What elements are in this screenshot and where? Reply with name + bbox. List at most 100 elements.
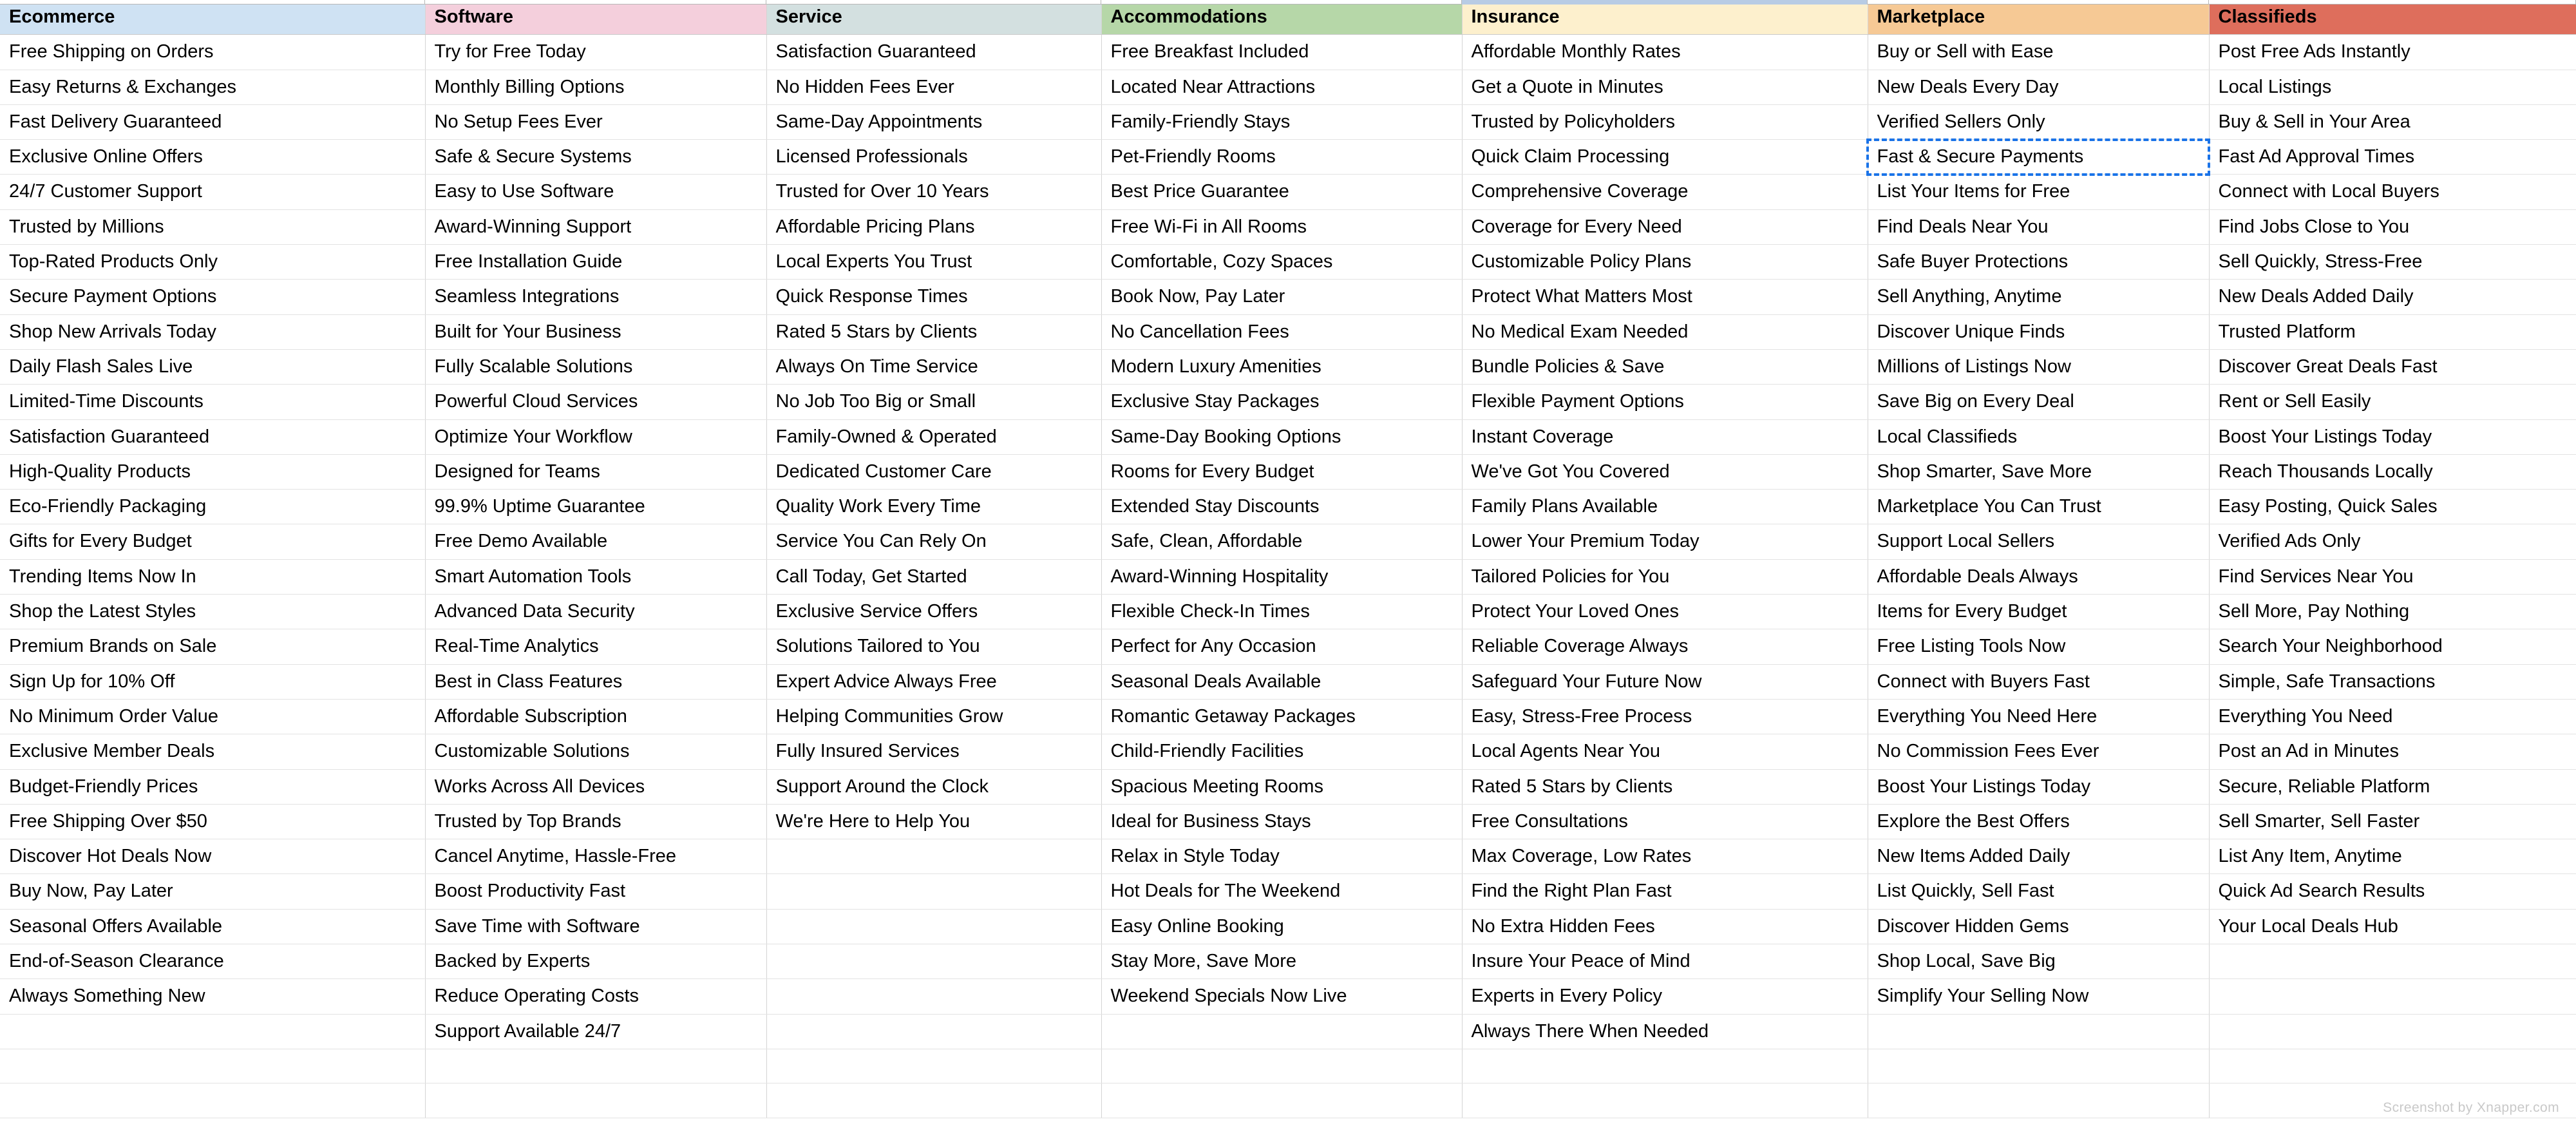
grid-cell[interactable]: Works Across All Devices bbox=[425, 769, 767, 805]
grid-cell[interactable]: Search Your Neighborhood bbox=[2209, 629, 2576, 665]
column-header-accommodations[interactable]: Accommodations bbox=[1101, 0, 1463, 35]
grid-cell[interactable]: Safe, Clean, Affordable bbox=[1101, 524, 1463, 560]
grid-cell[interactable]: Smart Automation Tools bbox=[425, 559, 767, 595]
grid-cell[interactable]: Always There When Needed bbox=[1462, 1014, 1868, 1049]
grid-cell[interactable]: Safe & Secure Systems bbox=[425, 139, 767, 175]
grid-cell[interactable]: Simplify Your Selling Now bbox=[1868, 978, 2210, 1015]
grid-cell[interactable]: Daily Flash Sales Live bbox=[0, 349, 426, 385]
empty-cell[interactable] bbox=[1462, 1049, 1868, 1084]
grid-cell[interactable]: Gifts for Every Budget bbox=[0, 524, 426, 560]
grid-cell[interactable]: Sell Smarter, Sell Faster bbox=[2209, 804, 2576, 840]
grid-cell[interactable]: Coverage for Every Need bbox=[1462, 209, 1868, 245]
grid-cell[interactable]: Safeguard Your Future Now bbox=[1462, 664, 1868, 700]
grid-cell[interactable]: Free Shipping on Orders bbox=[0, 34, 426, 70]
grid-cell[interactable]: Sign Up for 10% Off bbox=[0, 664, 426, 700]
grid-cell[interactable]: Flexible Check-In Times bbox=[1101, 594, 1463, 630]
column-header-marketplace[interactable]: Marketplace bbox=[1868, 0, 2210, 35]
grid-cell[interactable]: Boost Productivity Fast bbox=[425, 873, 767, 910]
grid-cell[interactable]: Quick Response Times bbox=[766, 279, 1102, 315]
grid-cell[interactable]: Seamless Integrations bbox=[425, 279, 767, 315]
grid-cell[interactable]: Affordable Pricing Plans bbox=[766, 209, 1102, 245]
grid-cell[interactable]: Save Big on Every Deal bbox=[1868, 384, 2210, 420]
empty-cell[interactable] bbox=[1868, 1049, 2210, 1084]
grid-cell[interactable]: Advanced Data Security bbox=[425, 594, 767, 630]
grid-cell[interactable]: Support Available 24/7 bbox=[425, 1014, 767, 1049]
grid-cell[interactable]: Support Around the Clock bbox=[766, 769, 1102, 805]
grid-cell[interactable]: Service You Can Rely On bbox=[766, 524, 1102, 560]
grid-cell[interactable]: List Your Items for Free bbox=[1868, 174, 2210, 210]
grid-cell[interactable]: Rooms for Every Budget bbox=[1101, 454, 1463, 490]
grid-cell[interactable]: Connect with Local Buyers bbox=[2209, 174, 2576, 210]
empty-cell[interactable] bbox=[2209, 944, 2576, 980]
grid-cell[interactable]: Fully Scalable Solutions bbox=[425, 349, 767, 385]
grid-cell[interactable]: Same-Day Appointments bbox=[766, 104, 1102, 140]
grid-cell[interactable]: Fully Insured Services bbox=[766, 734, 1102, 770]
grid-cell[interactable]: Post an Ad in Minutes bbox=[2209, 734, 2576, 770]
grid-cell[interactable]: Shop Smarter, Save More bbox=[1868, 454, 2210, 490]
grid-cell[interactable]: Quick Claim Processing bbox=[1462, 139, 1868, 175]
grid-cell[interactable]: Discover Hot Deals Now bbox=[0, 839, 426, 875]
grid-cell[interactable]: Trusted for Over 10 Years bbox=[766, 174, 1102, 210]
grid-cell[interactable]: Affordable Subscription bbox=[425, 699, 767, 735]
grid-cell[interactable]: Trusted by Top Brands bbox=[425, 804, 767, 840]
grid-cell[interactable]: Local Experts You Trust bbox=[766, 244, 1102, 280]
grid-cell[interactable]: Connect with Buyers Fast bbox=[1868, 664, 2210, 700]
grid-cell[interactable]: Easy to Use Software bbox=[425, 174, 767, 210]
grid-cell[interactable]: Easy Online Booking bbox=[1101, 909, 1463, 945]
grid-cell[interactable]: Comprehensive Coverage bbox=[1462, 174, 1868, 210]
grid-cell[interactable]: Limited-Time Discounts bbox=[0, 384, 426, 420]
grid-cell[interactable]: No Extra Hidden Fees bbox=[1462, 909, 1868, 945]
grid-cell[interactable]: Find Deals Near You bbox=[1868, 209, 2210, 245]
grid-cell[interactable]: Exclusive Stay Packages bbox=[1101, 384, 1463, 420]
grid-cell[interactable]: Cancel Anytime, Hassle-Free bbox=[425, 839, 767, 875]
grid-cell[interactable]: Comfortable, Cozy Spaces bbox=[1101, 244, 1463, 280]
grid-cell[interactable]: Boost Your Listings Today bbox=[2209, 419, 2576, 455]
empty-cell[interactable] bbox=[1101, 1014, 1463, 1049]
grid-cell[interactable]: Always On Time Service bbox=[766, 349, 1102, 385]
grid-cell[interactable]: Licensed Professionals bbox=[766, 139, 1102, 175]
grid-cell[interactable]: Fast Ad Approval Times bbox=[2209, 139, 2576, 175]
empty-cell[interactable] bbox=[1101, 1083, 1463, 1118]
grid-cell[interactable]: New Deals Added Daily bbox=[2209, 279, 2576, 315]
grid-cell[interactable]: Sell Quickly, Stress-Free bbox=[2209, 244, 2576, 280]
grid-cell[interactable]: Stay More, Save More bbox=[1101, 944, 1463, 980]
grid-cell[interactable]: Local Listings bbox=[2209, 70, 2576, 105]
grid-cell[interactable]: Free Demo Available bbox=[425, 524, 767, 560]
grid-cell[interactable]: Quick Ad Search Results bbox=[2209, 873, 2576, 910]
grid-cell[interactable]: Everything You Need Here bbox=[1868, 699, 2210, 735]
grid-cell[interactable]: Easy, Stress-Free Process bbox=[1462, 699, 1868, 735]
grid-cell[interactable]: Simple, Safe Transactions bbox=[2209, 664, 2576, 700]
grid-cell[interactable]: Verified Sellers Only bbox=[1868, 104, 2210, 140]
empty-cell[interactable] bbox=[766, 839, 1102, 875]
grid-cell[interactable]: Top-Rated Products Only bbox=[0, 244, 426, 280]
grid-cell[interactable]: Eco-Friendly Packaging bbox=[0, 489, 426, 525]
grid-cell[interactable]: Family Plans Available bbox=[1462, 489, 1868, 525]
empty-cell[interactable] bbox=[1101, 1049, 1463, 1084]
grid-cell[interactable]: Budget-Friendly Prices bbox=[0, 769, 426, 805]
grid-cell[interactable]: Backed by Experts bbox=[425, 944, 767, 980]
grid-cell[interactable]: No Hidden Fees Ever bbox=[766, 70, 1102, 105]
grid-cell[interactable]: Relax in Style Today bbox=[1101, 839, 1463, 875]
grid-cell[interactable]: Family-Owned & Operated bbox=[766, 419, 1102, 455]
grid-cell[interactable]: Tailored Policies for You bbox=[1462, 559, 1868, 595]
grid-cell[interactable]: Designed for Teams bbox=[425, 454, 767, 490]
grid-cell[interactable]: Free Wi-Fi in All Rooms bbox=[1101, 209, 1463, 245]
grid-cell[interactable]: Get a Quote in Minutes bbox=[1462, 70, 1868, 105]
grid-cell[interactable]: Lower Your Premium Today bbox=[1462, 524, 1868, 560]
grid-cell[interactable]: Rent or Sell Easily bbox=[2209, 384, 2576, 420]
grid-cell[interactable]: Affordable Deals Always bbox=[1868, 559, 2210, 595]
grid-cell[interactable]: Helping Communities Grow bbox=[766, 699, 1102, 735]
empty-cell[interactable] bbox=[1868, 1014, 2210, 1049]
grid-cell[interactable]: Buy Now, Pay Later bbox=[0, 873, 426, 910]
grid-cell[interactable]: Exclusive Service Offers bbox=[766, 594, 1102, 630]
grid-cell[interactable]: Easy Posting, Quick Sales bbox=[2209, 489, 2576, 525]
grid-cell[interactable]: Secure Payment Options bbox=[0, 279, 426, 315]
grid-cell[interactable]: Trusted Platform bbox=[2209, 314, 2576, 350]
grid-cell[interactable]: No Cancellation Fees bbox=[1101, 314, 1463, 350]
spreadsheet-grid[interactable]: Ecommerce Software Service Accommodations In… bbox=[0, 0, 2576, 1118]
grid-cell[interactable]: Ideal for Business Stays bbox=[1101, 804, 1463, 840]
grid-cell[interactable]: Trending Items Now In bbox=[0, 559, 426, 595]
grid-cell[interactable]: Trusted by Millions bbox=[0, 209, 426, 245]
grid-cell[interactable]: Same-Day Booking Options bbox=[1101, 419, 1463, 455]
grid-cell[interactable]: Trusted by Policyholders bbox=[1462, 104, 1868, 140]
